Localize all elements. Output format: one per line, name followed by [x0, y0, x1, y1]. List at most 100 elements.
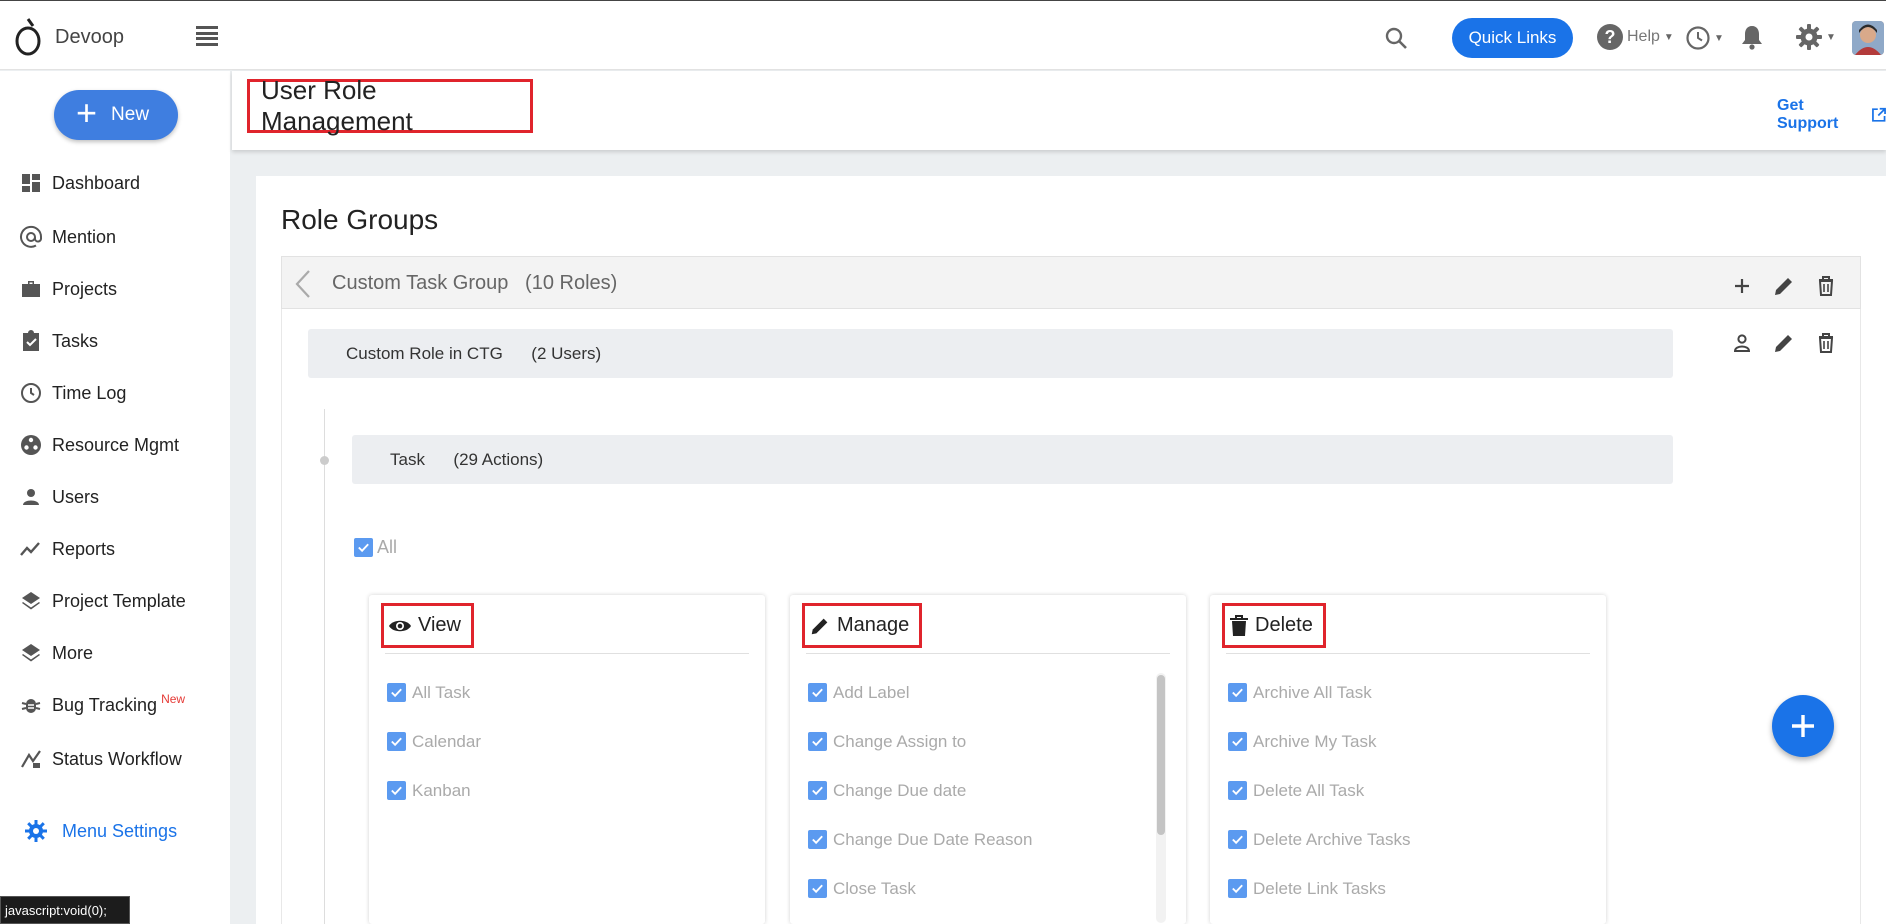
view-permissions-header: View	[381, 603, 474, 648]
clock-icon	[1686, 26, 1710, 50]
sidebar-item-resource-mgmt[interactable]: Resource Mgmt	[0, 425, 230, 465]
menu-settings-label: Menu Settings	[62, 820, 178, 841]
user-avatar[interactable]	[1852, 21, 1884, 55]
chevron-down-icon: ▼	[1714, 32, 1724, 44]
chevron-left-icon[interactable]	[294, 269, 312, 299]
role-group-header[interactable]: Custom Task Group (10 Roles)	[281, 256, 1861, 309]
sidebar-item-time-log[interactable]: Time Log	[0, 373, 230, 413]
sidebar-item-bug-tracking[interactable]: Bug Tracking New	[0, 685, 230, 725]
permission-label: Change Assign to	[833, 731, 967, 751]
checkbox-checked-icon	[808, 781, 827, 800]
permission-checkbox[interactable]: Add Label	[808, 668, 1032, 717]
status-bar-url: javascript:void(0);	[0, 896, 130, 924]
sidebar-item-project-template[interactable]: Project Template	[0, 581, 230, 621]
add-floating-button[interactable]	[1772, 695, 1834, 757]
permission-label: Delete Link Tasks	[1253, 878, 1386, 898]
pencil-icon[interactable]	[1772, 331, 1796, 355]
view-permissions-card: View All Task Calendar Kanban	[369, 595, 765, 924]
sidebar-item-label: Tasks	[52, 330, 99, 351]
plus-icon: +	[76, 92, 98, 133]
briefcase-icon	[22, 281, 40, 297]
checkbox-checked-icon	[808, 879, 827, 898]
permission-checkbox[interactable]: All Task	[387, 668, 481, 717]
quick-links-button[interactable]: Quick Links	[1452, 18, 1573, 58]
logo-icon[interactable]	[14, 17, 42, 57]
manage-list-scrollbar[interactable]	[1156, 673, 1166, 923]
search-icon[interactable]	[1384, 26, 1408, 50]
sidebar-item-tasks[interactable]: Tasks	[0, 321, 230, 361]
chevron-down-icon: ▼	[1826, 31, 1836, 43]
permission-checkbox[interactable]: Delete Archive Tasks	[1228, 815, 1410, 864]
role-actions	[1730, 331, 1838, 355]
permission-checkbox[interactable]: Delete All Task	[1228, 766, 1410, 815]
sidebar-item-dashboard[interactable]: Dashboard	[0, 163, 230, 203]
dashboard-icon	[22, 174, 40, 192]
trend-icon	[20, 542, 40, 556]
sidebar-item-users[interactable]: Users	[0, 477, 230, 517]
trash-icon[interactable]	[1814, 274, 1838, 298]
recent-history-menu[interactable]: ▼	[1685, 25, 1724, 51]
add-icon[interactable]	[1730, 274, 1754, 298]
new-badge: New	[161, 692, 186, 706]
sidebar-item-label: Projects	[52, 278, 118, 299]
top-bar: Devoop Quick Links ? Help ▼ ▼ ▼	[0, 0, 1886, 70]
pencil-icon	[811, 618, 828, 634]
checkbox-checked-icon	[808, 732, 827, 751]
checkbox-checked-icon	[1228, 732, 1247, 751]
permission-checkbox[interactable]: Kanban	[387, 766, 481, 815]
view-permissions-list: All Task Calendar Kanban	[387, 668, 481, 815]
trash-icon[interactable]	[1814, 331, 1838, 355]
bell-icon[interactable]	[1741, 24, 1763, 50]
sidebar-item-label: Project Template	[52, 590, 186, 611]
permission-checkbox[interactable]: Delete Link Tasks	[1228, 864, 1410, 913]
checkbox-checked-icon	[387, 781, 406, 800]
brand-name[interactable]: Devoop	[55, 26, 124, 49]
permission-checkbox[interactable]: Archive My Task	[1228, 717, 1410, 766]
checkbox-checked-icon	[1228, 879, 1247, 898]
workflow-icon	[21, 750, 41, 768]
permission-checkbox[interactable]: Change Due date	[808, 766, 1032, 815]
menu-settings-link[interactable]: Menu Settings	[0, 811, 230, 851]
bug-icon	[21, 699, 41, 713]
role-group-name: Custom Task Group	[332, 272, 509, 294]
person-icon	[23, 489, 39, 505]
module-name: Task	[390, 449, 425, 469]
sidebar-item-reports[interactable]: Reports	[0, 529, 230, 569]
select-all-checkbox[interactable]: All	[354, 537, 397, 558]
sidebar-item-label: More	[52, 642, 94, 663]
new-button[interactable]: + New	[54, 90, 178, 140]
checkbox-checked-icon	[1228, 830, 1247, 849]
permission-checkbox[interactable]: Calendar	[387, 717, 481, 766]
help-menu[interactable]: ? Help ▼	[1597, 24, 1674, 50]
pencil-icon[interactable]	[1772, 274, 1796, 298]
permission-checkbox[interactable]: Change Assign to	[808, 717, 1032, 766]
get-support-link[interactable]: Get Support	[1777, 97, 1886, 133]
sidebar: + New Dashboard Mention Projects Tasks T…	[0, 71, 230, 924]
at-icon	[20, 225, 43, 248]
sidebar-item-label: Reports	[52, 538, 116, 559]
permission-label: Kanban	[412, 780, 471, 800]
settings-menu[interactable]: ▼	[1795, 23, 1836, 51]
permission-label: Close Task	[833, 878, 916, 898]
get-support-label: Get Support	[1777, 97, 1839, 132]
manage-permissions-header: Manage	[802, 603, 923, 648]
hamburger-menu-icon[interactable]	[196, 26, 218, 46]
checkbox-checked-icon	[1228, 781, 1247, 800]
sidebar-item-projects[interactable]: Projects	[0, 269, 230, 309]
tree-node-dot	[320, 456, 329, 465]
sidebar-item-mention[interactable]: Mention	[0, 217, 230, 257]
scrollbar-thumb[interactable]	[1157, 675, 1165, 835]
external-link-icon	[1871, 107, 1886, 122]
role-header[interactable]: Custom Role in CTG (2 Users)	[308, 329, 1673, 378]
layers-icon	[22, 592, 40, 610]
sidebar-item-more[interactable]: More	[0, 633, 230, 673]
module-action-count: (29 Actions)	[453, 449, 544, 469]
permission-checkbox[interactable]: Change Due Date Reason	[808, 815, 1032, 864]
permission-checkbox[interactable]: Archive All Task	[1228, 668, 1410, 717]
person-icon[interactable]	[1730, 331, 1754, 355]
sidebar-item-label: Bug Tracking	[52, 694, 158, 715]
module-header[interactable]: Task (29 Actions)	[352, 435, 1673, 484]
permission-checkbox[interactable]: Close Task	[808, 864, 1032, 913]
checkbox-checked-icon	[808, 830, 827, 849]
sidebar-item-status-workflow[interactable]: Status Workflow	[0, 739, 230, 779]
